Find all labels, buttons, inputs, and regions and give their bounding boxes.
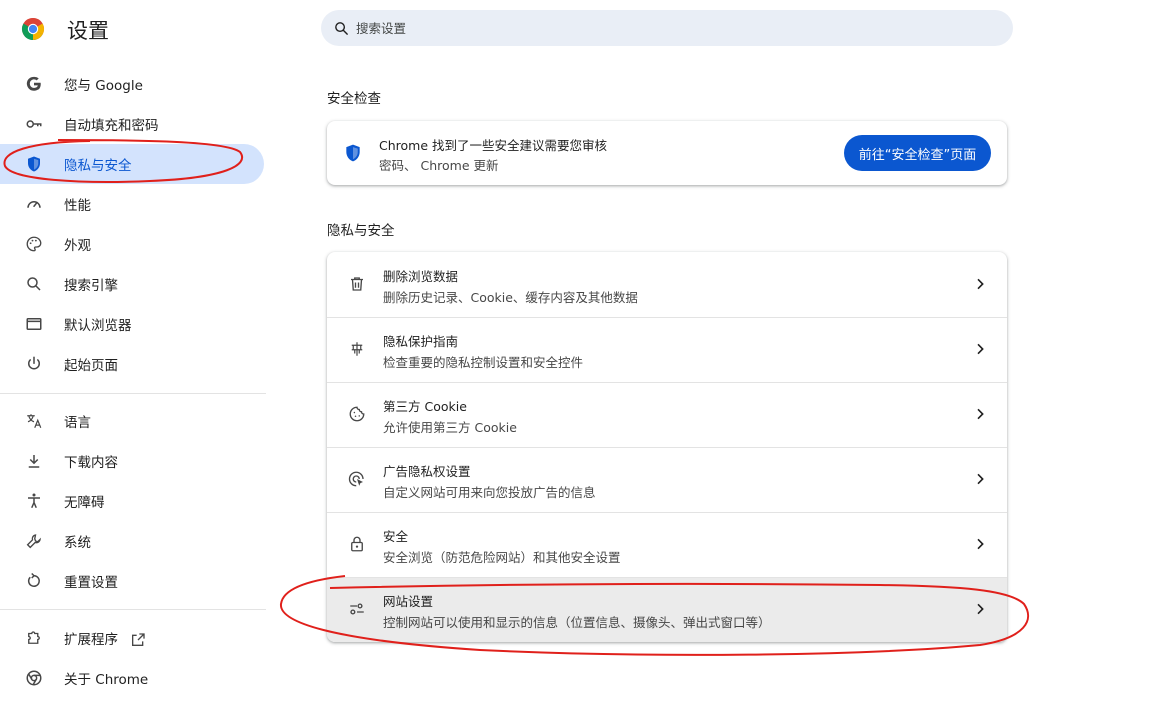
sidebar-item-label: 外观 (64, 238, 91, 254)
sidebar-item-label: 自动填充和密码 (64, 118, 159, 134)
sidebar-item-languages[interactable]: 语言 (0, 401, 264, 441)
row-title: 第三方 Cookie (383, 399, 467, 414)
search-icon (24, 274, 44, 294)
sidebar-item-label: 性能 (64, 198, 91, 214)
row-privacy-guide[interactable]: 隐私保护指南 检查重要的隐私控制设置和安全控件 (327, 317, 1007, 382)
chrome-logo-icon (22, 18, 44, 40)
chevron-right-icon (977, 538, 984, 550)
sidebar-item-appearance[interactable]: 外观 (0, 224, 264, 264)
row-security[interactable]: 安全 安全浏览（防范危险网站）和其他安全设置 (327, 512, 1007, 577)
chevron-right-icon (977, 343, 984, 355)
row-title: 安全 (383, 529, 409, 544)
sidebar-item-on-startup[interactable]: 起始页面 (0, 344, 264, 384)
sidebar-item-system[interactable]: 系统 (0, 521, 264, 561)
chevron-right-icon (977, 408, 984, 420)
row-title: 隐私保护指南 (383, 334, 459, 349)
cookie-icon (347, 404, 367, 424)
row-title: 删除浏览数据 (383, 269, 459, 284)
row-divider (327, 577, 1007, 578)
safety-check-message: Chrome 找到了一些安全建议需要您审核 (379, 138, 608, 153)
row-divider (327, 447, 1007, 448)
sidebar-item-label: 系统 (64, 535, 91, 551)
accessibility-icon (24, 491, 44, 511)
sidebar-item-label: 您与 Google (64, 78, 143, 94)
row-third-party-cookies[interactable]: 第三方 Cookie 允许使用第三方 Cookie (327, 382, 1007, 447)
sidebar-item-label: 隐私与安全 (64, 158, 132, 174)
download-icon (24, 451, 44, 471)
row-divider (327, 512, 1007, 513)
privacy-security-heading: 隐私与安全 (327, 223, 395, 239)
safety-check-heading: 安全检查 (327, 91, 381, 107)
sidebar-item-default-browser[interactable]: 默认浏览器 (0, 304, 264, 344)
sidebar-divider (0, 609, 266, 610)
sidebar-item-label: 下载内容 (64, 455, 118, 471)
chevron-right-icon (977, 473, 984, 485)
row-site-settings[interactable]: 网站设置 控制网站可以使用和显示的信息（位置信息、摄像头、弹出式窗口等） (327, 577, 1007, 642)
chevron-right-icon (977, 603, 984, 615)
google-g-icon (24, 74, 44, 94)
sidebar-item-accessibility[interactable]: 无障碍 (0, 481, 264, 521)
trash-icon (347, 274, 367, 294)
row-title: 网站设置 (383, 594, 434, 609)
sidebar-item-you-and-google[interactable]: 您与 Google (0, 64, 264, 104)
shield-icon (24, 154, 44, 174)
row-description: 自定义网站可用来向您投放广告的信息 (383, 485, 596, 500)
open-in-new-icon (132, 633, 145, 646)
sidebar-item-label: 重置设置 (64, 575, 118, 591)
row-clear-browsing-data[interactable]: 删除浏览数据 删除历史记录、Cookie、缓存内容及其他数据 (327, 252, 1007, 317)
sidebar-item-label: 默认浏览器 (64, 318, 132, 334)
privacy-security-card: 删除浏览数据 删除历史记录、Cookie、缓存内容及其他数据 隐私保护指南 检查… (327, 252, 1007, 642)
sidebar-item-downloads[interactable]: 下载内容 (0, 441, 264, 481)
chevron-right-icon (977, 278, 984, 290)
safety-check-card: Chrome 找到了一些安全建议需要您审核 密码、 Chrome 更新 前往“安… (327, 121, 1007, 185)
key-icon (24, 114, 44, 134)
extensions-label: 扩展程序 (64, 632, 118, 648)
palette-icon (24, 234, 44, 254)
privacy-guide-icon (347, 339, 367, 359)
row-divider (327, 382, 1007, 383)
row-divider (327, 317, 1007, 318)
shield-icon (346, 144, 360, 162)
sidebar-divider (0, 393, 266, 394)
sidebar-item-privacy-security[interactable]: 隐私与安全 (0, 144, 264, 184)
row-description: 安全浏览（防范危险网站）和其他安全设置 (383, 550, 621, 565)
search-bar[interactable] (321, 10, 1013, 46)
sidebar-item-about-chrome[interactable]: 关于 Chrome (0, 658, 264, 698)
row-description: 检查重要的隐私控制设置和安全控件 (383, 355, 584, 370)
reset-icon (24, 571, 44, 591)
sidebar-item-extensions[interactable]: 扩展程序 (0, 618, 264, 658)
sidebar-item-search-engine[interactable]: 搜索引擎 (0, 264, 264, 304)
sidebar-item-label: 扩展程序 (64, 628, 146, 648)
row-description: 删除历史记录、Cookie、缓存内容及其他数据 (383, 290, 638, 305)
row-description: 允许使用第三方 Cookie (383, 420, 517, 435)
wrench-icon (24, 531, 44, 551)
go-to-safety-check-button[interactable]: 前往“安全检查”页面 (844, 135, 991, 171)
browser-window-icon (24, 314, 44, 334)
speedometer-icon (24, 194, 44, 214)
sidebar-item-label: 无障碍 (64, 495, 105, 511)
ad-privacy-icon (347, 469, 367, 489)
page-title: 设置 (67, 19, 109, 43)
chrome-icon (24, 668, 44, 688)
search-input[interactable] (356, 20, 976, 36)
sidebar-item-label: 关于 Chrome (64, 672, 149, 688)
sidebar-item-autofill[interactable]: 自动填充和密码 (0, 104, 264, 144)
sliders-icon (347, 599, 367, 619)
sidebar-item-performance[interactable]: 性能 (0, 184, 264, 224)
sidebar-item-label: 语言 (64, 415, 91, 431)
sidebar-item-label: 搜索引擎 (64, 278, 118, 294)
sidebar-item-label: 起始页面 (64, 358, 118, 374)
row-ad-privacy[interactable]: 广告隐私权设置 自定义网站可用来向您投放广告的信息 (327, 447, 1007, 512)
lock-icon (347, 534, 367, 554)
sidebar-item-reset[interactable]: 重置设置 (0, 561, 264, 601)
safety-check-details: 密码、 Chrome 更新 (379, 158, 499, 173)
row-title: 广告隐私权设置 (383, 464, 471, 479)
search-icon (335, 21, 348, 35)
translate-icon (24, 411, 44, 431)
power-icon (24, 354, 44, 374)
row-description: 控制网站可以使用和显示的信息（位置信息、摄像头、弹出式窗口等） (383, 615, 771, 630)
puzzle-icon (24, 628, 44, 648)
